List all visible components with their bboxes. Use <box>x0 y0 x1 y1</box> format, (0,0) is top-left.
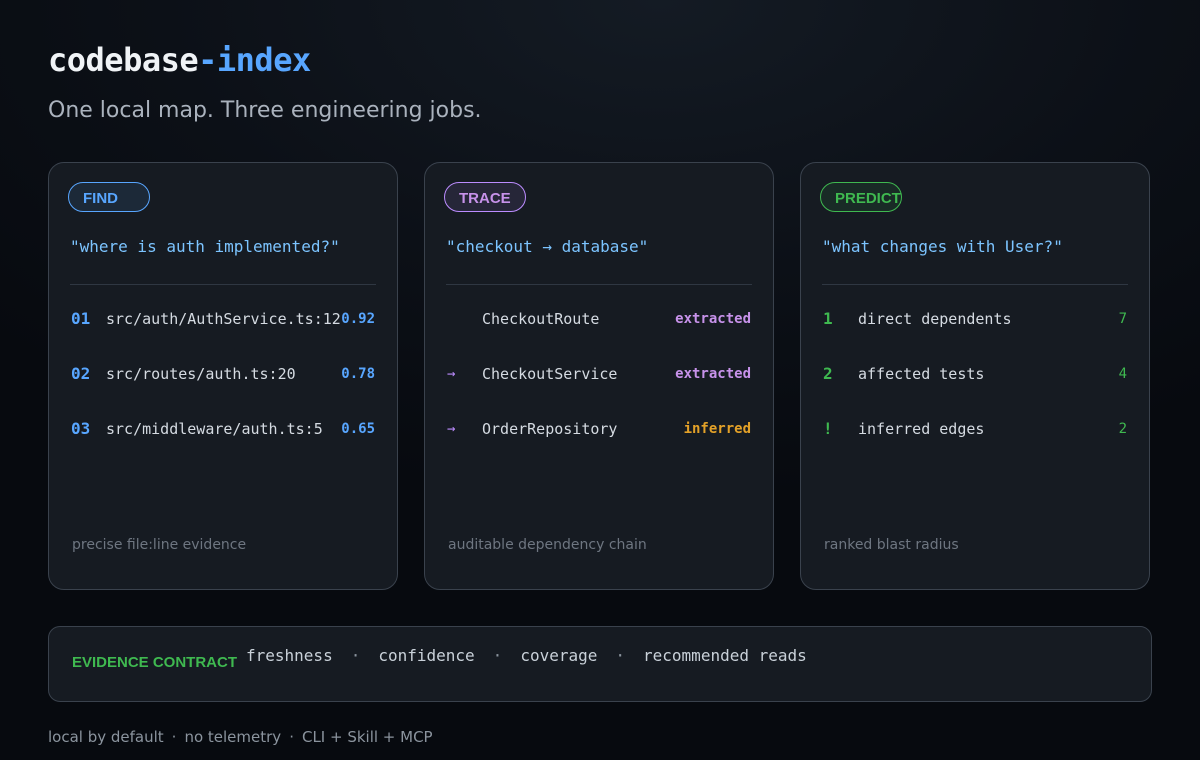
edge-type: extracted <box>675 366 751 382</box>
trace-chain-row[interactable]: → OrderRepository inferred <box>425 417 773 441</box>
impact-label: affected tests <box>858 365 985 383</box>
result-score: 0.78 <box>341 366 375 382</box>
page-subtitle: One local map. Three engineering jobs. <box>48 98 482 123</box>
impact-marker: 2 <box>823 364 833 383</box>
card-divider <box>446 284 752 285</box>
contract-item: recommended reads <box>643 646 807 665</box>
arrow-right-icon: → <box>447 366 456 382</box>
result-score: 0.92 <box>341 311 375 327</box>
find-query: "where is auth implemented?" <box>70 237 340 256</box>
result-path: src/auth/AuthService.ts:12 <box>106 310 341 328</box>
impact-label: inferred edges <box>858 420 985 438</box>
evidence-contract-items: freshness · confidence · coverage · recommende… <box>246 644 807 668</box>
evidence-contract-panel: EVIDENCE CONTRACT freshness · confidence · c… <box>48 626 1152 702</box>
contract-item: confidence <box>378 646 475 665</box>
arrow-right-icon: → <box>447 421 456 437</box>
contract-item: freshness <box>246 646 333 665</box>
impact-count: 2 <box>1118 421 1127 437</box>
dot-separator: · <box>492 646 503 665</box>
find-result-row[interactable]: 02 src/routes/auth.ts:20 0.78 <box>49 362 397 386</box>
footer-item: local by default <box>48 728 164 746</box>
find-result-row[interactable]: 01 src/auth/AuthService.ts:12 0.92 <box>49 307 397 331</box>
result-rank: 01 <box>71 309 91 328</box>
warning-icon: ! <box>823 419 833 438</box>
card-divider <box>822 284 1128 285</box>
chain-node: CheckoutService <box>482 365 618 383</box>
trace-footnote: auditable dependency chain <box>448 537 647 553</box>
result-score: 0.65 <box>341 421 375 437</box>
result-rank: 02 <box>71 364 91 383</box>
result-path: src/middleware/auth.ts:5 <box>106 420 323 438</box>
chain-node: OrderRepository <box>482 420 618 438</box>
trace-tag: TRACE <box>444 182 526 212</box>
trace-chain-row[interactable]: → CheckoutService extracted <box>425 362 773 386</box>
predict-impact-row[interactable]: 1 direct dependents 7 <box>801 307 1149 331</box>
footer-item: no telemetry <box>184 728 282 746</box>
find-card: FIND "where is auth implemented?" 01 src… <box>48 162 398 590</box>
impact-label: direct dependents <box>858 310 1012 328</box>
edge-type: inferred <box>683 421 751 437</box>
title-name: codebase <box>48 41 199 79</box>
dot-separator: · <box>289 728 294 746</box>
contract-item: coverage <box>520 646 598 665</box>
impact-marker: 1 <box>823 309 833 328</box>
dot-separator: · <box>171 728 177 746</box>
impact-count: 7 <box>1118 311 1127 327</box>
footer-tagline: local by default · no telemetry · CLI + Skil… <box>48 726 433 748</box>
predict-tag: PREDICT <box>820 182 902 212</box>
evidence-contract-label: EVIDENCE CONTRACT <box>72 654 238 671</box>
trace-query: "checkout → database" <box>446 237 649 256</box>
result-path: src/routes/auth.ts:20 <box>106 365 296 383</box>
find-footnote: precise file:line evidence <box>72 537 247 553</box>
predict-impact-row[interactable]: ! inferred edges 2 <box>801 417 1149 441</box>
edge-type: extracted <box>675 311 751 327</box>
find-tag: FIND <box>68 182 150 212</box>
card-divider <box>70 284 376 285</box>
dot-separator: · <box>615 646 626 665</box>
trace-card: TRACE "checkout → database" CheckoutRout… <box>424 162 774 590</box>
find-result-row[interactable]: 03 src/middleware/auth.ts:5 0.65 <box>49 417 397 441</box>
impact-count: 4 <box>1118 366 1127 382</box>
result-rank: 03 <box>71 419 91 438</box>
predict-card: PREDICT "what changes with User?" 1 dire… <box>800 162 1150 590</box>
predict-impact-row[interactable]: 2 affected tests 4 <box>801 362 1149 386</box>
chain-node: CheckoutRoute <box>482 310 600 328</box>
footer-item: CLI + Skill + MCP <box>301 728 433 746</box>
page-title: codebase-index <box>48 40 311 80</box>
predict-query: "what changes with User?" <box>822 237 1063 256</box>
predict-footnote: ranked blast radius <box>824 537 959 553</box>
dot-separator: · <box>350 646 361 665</box>
trace-chain-row[interactable]: CheckoutRoute extracted <box>425 307 773 331</box>
title-suffix: -index <box>198 41 311 79</box>
